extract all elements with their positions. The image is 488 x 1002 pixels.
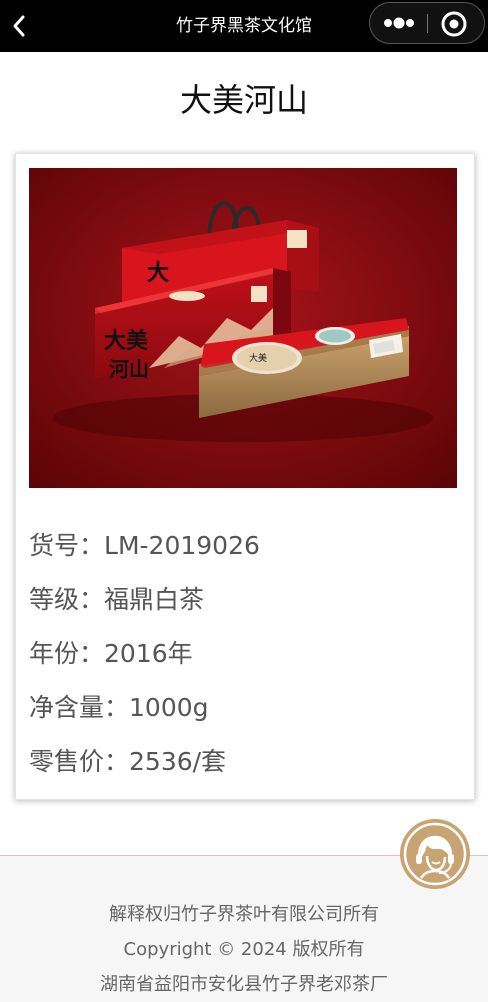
product-card: 大 大美 河山 大美 货号：LM-2019026 等级：福鼎白茶 年份：2016… — [15, 153, 475, 800]
year-label: 年份： — [29, 639, 105, 668]
top-bar: 竹子界黑茶文化馆 — [0, 0, 488, 52]
footer-copyright: Copyright © 2024 版权所有 — [123, 939, 365, 960]
product-grade: 等级：福鼎白茶 — [29, 583, 204, 617]
sku-value: LM-2019026 — [104, 531, 260, 560]
tea-gift-box-image[interactable]: 大 大美 河山 大美 — [29, 168, 457, 488]
svg-text:大美: 大美 — [249, 352, 267, 364]
svg-text:大美: 大美 — [104, 328, 149, 354]
customer-service-headset-icon — [400, 819, 470, 889]
sku-label: 货号： — [29, 531, 105, 560]
product-year: 年份：2016年 — [29, 637, 193, 671]
net-weight-value: 1000g — [129, 693, 209, 722]
retail-price-value: 2536/套 — [129, 747, 227, 776]
product-net-weight: 净含量：1000g — [29, 691, 209, 725]
capsule-separator — [427, 14, 428, 33]
svg-text:河山: 河山 — [109, 357, 149, 381]
grade-label: 等级： — [29, 585, 105, 614]
footer-rights: 解释权归竹子界茶叶有限公司所有 — [109, 904, 379, 925]
footer-address: 湖南省益阳市安化县竹子界老邓茶厂 — [100, 974, 388, 995]
customer-service-button[interactable] — [399, 818, 471, 890]
more-button[interactable] — [378, 7, 422, 39]
target-circle-icon — [441, 11, 467, 37]
grade-value: 福鼎白茶 — [104, 585, 205, 614]
more-dots-icon — [384, 17, 414, 29]
retail-price-label: 零售价： — [29, 747, 130, 776]
close-button[interactable] — [438, 8, 470, 40]
product-retail-price: 零售价：2536/套 — [29, 745, 226, 779]
mini-program-capsule — [369, 2, 485, 44]
net-weight-label: 净含量： — [29, 693, 130, 722]
page-title: 大美河山 — [179, 81, 308, 119]
product-sku: 货号：LM-2019026 — [29, 529, 260, 563]
year-value: 2016年 — [104, 639, 193, 668]
svg-text:大: 大 — [147, 260, 169, 286]
